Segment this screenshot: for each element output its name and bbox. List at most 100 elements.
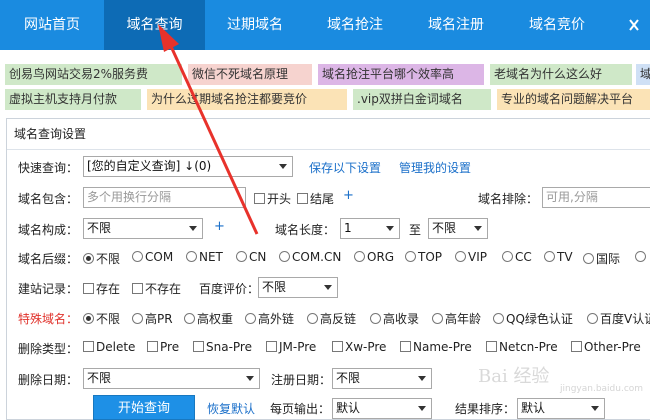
tag-link[interactable]: 专业的域名问题解决平台: [497, 89, 650, 110]
tag-link[interactable]: 创易鸟网站交易2%服务费: [5, 64, 182, 85]
tag-link[interactable]: 微信不死域名原理: [188, 64, 312, 85]
suffix-radio[interactable]: TV: [544, 250, 573, 264]
special-radio[interactable]: 百度V认证: [587, 310, 650, 327]
baidu-rating-select[interactable]: 不限: [258, 277, 338, 298]
suffix-radio[interactable]: VIP: [455, 250, 487, 264]
record-exists-checkbox[interactable]: 存在: [83, 280, 120, 297]
nav-home[interactable]: 网站首页: [0, 0, 104, 50]
special-radio[interactable]: 高反链: [307, 310, 356, 327]
option-label: CN: [249, 250, 267, 264]
delete-date-select[interactable]: 不限: [83, 368, 260, 389]
add-structure-icon[interactable]: +: [214, 219, 225, 234]
delete-type-checkbox[interactable]: Delete: [83, 340, 135, 354]
length-from-value: 1: [344, 221, 352, 235]
save-settings-link[interactable]: 保存以下设置: [309, 159, 381, 176]
structure-label: 域名构成：: [18, 223, 79, 237]
option-label: COM.CN: [292, 250, 342, 264]
suffix-radio[interactable]: COM.CN: [279, 250, 341, 264]
panel-title: 域名查询设置: [14, 127, 87, 141]
tag-link[interactable]: .vip双拼白金词域名: [353, 89, 491, 110]
register-date-value: 不限: [336, 371, 361, 385]
manage-settings-link[interactable]: 管理我的设置: [399, 159, 471, 176]
radio-icon: [493, 313, 504, 324]
structure-select[interactable]: 不限: [83, 218, 203, 239]
option-label: QQ绿色认证: [506, 312, 573, 326]
contains-start-checkbox[interactable]: 开头: [254, 190, 291, 207]
suffix-radio[interactable]: CC: [502, 250, 532, 264]
special-radio[interactable]: 高权重: [184, 310, 233, 327]
suffix-radio[interactable]: NET: [186, 250, 223, 264]
special-radio[interactable]: 高外链: [245, 310, 294, 327]
checkbox-icon: [83, 341, 94, 352]
radio-icon: [432, 313, 443, 324]
nav-domain-snapping[interactable]: 域名抢注: [305, 0, 405, 50]
contains-end-checkbox[interactable]: 结尾: [297, 190, 334, 207]
option-label: Sna-Pre: [206, 340, 252, 354]
option-label: JM-Pre: [279, 340, 317, 354]
exclude-input[interactable]: 可用,分隔: [542, 187, 650, 208]
option-label: 不限: [96, 252, 121, 266]
suffix-radio[interactable]: 不限: [83, 250, 120, 267]
delete-type-checkbox[interactable]: Name-Pre: [400, 340, 472, 354]
option-label: 存在: [96, 282, 121, 296]
add-contains-icon[interactable]: +: [343, 188, 354, 203]
suffix-radio[interactable]: ORG: [354, 250, 394, 264]
start-search-button[interactable]: 开始查询: [93, 395, 195, 420]
record-not-exists-checkbox[interactable]: 不存在: [132, 280, 181, 297]
reset-defaults-link[interactable]: 恢复默认: [207, 400, 255, 417]
radio-icon: [279, 251, 290, 262]
delete-type-checkbox[interactable]: Netcn-Pre: [486, 340, 558, 354]
special-radio[interactable]: 不限: [83, 310, 120, 327]
watermark-url: jingyan.baidu.com: [560, 384, 644, 394]
special-radio[interactable]: 高收录: [370, 310, 419, 327]
top-nav: 网站首页 域名查询 过期域名 域名抢注 域名注册 域名竞价: [0, 0, 650, 50]
checkbox-icon: [486, 341, 497, 352]
checkbox-icon: [332, 341, 343, 352]
per-page-select[interactable]: 默认: [332, 398, 432, 419]
quick-query-label: 快速查询：: [18, 161, 79, 175]
option-label: Delete: [96, 340, 136, 354]
record-label: 建站记录：: [18, 282, 79, 296]
nav-domain-auction[interactable]: 域名竞价: [507, 0, 607, 50]
special-radio[interactable]: QQ绿色认证: [493, 310, 573, 327]
radio-icon: [405, 251, 416, 262]
tag-link[interactable]: 虚拟主机支持月付款: [5, 89, 141, 110]
option-label: 高权重: [197, 312, 234, 326]
option-label: 高反链: [320, 312, 357, 326]
nav-domain-register[interactable]: 域名注册: [405, 0, 507, 50]
delete-type-checkbox[interactable]: JM-Pre: [266, 340, 316, 354]
special-radio[interactable]: 高年龄: [432, 310, 481, 327]
radio-icon: [132, 313, 143, 324]
suffix-radio[interactable]: TOP: [405, 250, 442, 264]
option-label: 高外链: [258, 312, 295, 326]
suffix-radio[interactable]: CN: [236, 250, 266, 264]
quick-query-select[interactable]: [您的自定义查询] ↓(0): [83, 156, 293, 177]
nav-domain-query[interactable]: 域名查询: [104, 0, 205, 50]
per-page-value: 默认: [336, 401, 361, 415]
suffix-radio[interactable]: [635, 250, 648, 264]
register-date-select[interactable]: 不限: [332, 368, 432, 389]
length-to-select[interactable]: 不限: [428, 218, 488, 239]
sort-value: 默认: [521, 401, 546, 415]
delete-type-checkbox[interactable]: Other-Pre: [571, 340, 641, 354]
suffix-radio[interactable]: 国际: [583, 250, 620, 267]
delete-type-checkbox[interactable]: Xw-Pre: [332, 340, 386, 354]
delete-type-checkbox[interactable]: Pre: [147, 340, 179, 354]
option-label: 高PR: [145, 312, 173, 326]
tag-link[interactable]: 域名抢注平台哪个效率高: [318, 64, 484, 85]
radio-icon: [186, 251, 197, 262]
length-from-select[interactable]: 1: [340, 218, 400, 239]
tag-link[interactable]: 域: [636, 64, 650, 85]
chevron-down-icon: [189, 226, 197, 231]
checkbox-icon: [147, 341, 158, 352]
per-page-label: 每页输出：: [270, 402, 331, 416]
nav-expired-domains[interactable]: 过期域名: [205, 0, 305, 50]
suffix-radio[interactable]: COM: [132, 250, 173, 264]
tag-link[interactable]: 老域名为什么这么好: [490, 64, 632, 85]
close-icon[interactable]: [628, 17, 640, 33]
tag-link[interactable]: 为什么过期域名抢注都要竞价: [147, 89, 347, 110]
special-radio[interactable]: 高PR: [132, 310, 173, 327]
contains-input[interactable]: 多个用换行分隔: [83, 187, 246, 208]
sort-select[interactable]: 默认: [517, 398, 605, 419]
delete-type-checkbox[interactable]: Sna-Pre: [193, 340, 252, 354]
